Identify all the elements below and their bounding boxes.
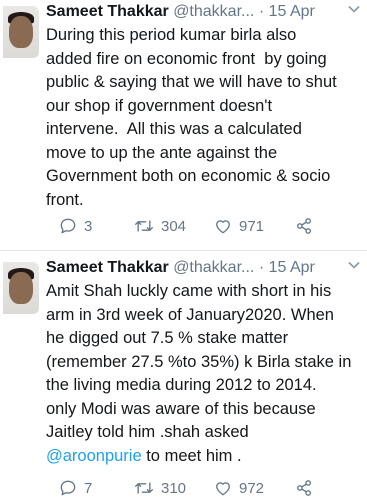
reply-button[interactable]: 3	[58, 216, 92, 236]
reply-icon	[58, 216, 78, 236]
tweet-date[interactable]: 15 Apr	[269, 3, 315, 20]
tweet-date[interactable]: 15 Apr	[269, 259, 315, 276]
like-count: 972	[239, 479, 265, 497]
like-button[interactable]: 971	[213, 216, 264, 236]
tweet-text: Amit Shah luckly came with short in his …	[46, 280, 358, 468]
reply-button[interactable]: 7	[58, 478, 92, 498]
avatar[interactable]	[3, 6, 39, 58]
retweet-button[interactable]: 310	[133, 478, 186, 498]
tweet-text-part: to meet him .	[141, 446, 242, 465]
author-name[interactable]: Sameet Thakkar	[46, 3, 169, 20]
author-handle[interactable]: @thakkar...	[173, 3, 254, 20]
mention-link[interactable]: @aroonpurie	[46, 447, 142, 465]
heart-icon	[213, 216, 233, 236]
chevron-down-icon[interactable]	[347, 2, 361, 22]
heart-icon	[213, 478, 233, 498]
share-icon	[294, 216, 314, 236]
share-icon	[294, 478, 314, 498]
separator-dot: ·	[258, 259, 265, 276]
tweet-divider	[0, 250, 367, 251]
retweet-icon	[133, 478, 155, 498]
separator-dot: ·	[258, 3, 265, 20]
tweet-actions: 7 310 972	[58, 478, 361, 500]
tweet[interactable]: Sameet Thakkar @thakkar... · 15 Apr Duri…	[0, 0, 367, 246]
tweet-header: Sameet Thakkar @thakkar... · 15 Apr	[46, 2, 361, 22]
retweet-count: 304	[161, 217, 187, 235]
retweet-icon	[133, 216, 155, 236]
author-name[interactable]: Sameet Thakkar	[46, 259, 169, 276]
tweet-text-part: Amit Shah luckly came with short in his …	[46, 282, 352, 441]
retweet-button[interactable]: 304	[133, 216, 186, 236]
reply-count: 3	[84, 217, 93, 235]
avatar-face	[9, 16, 33, 48]
reply-icon	[58, 478, 78, 498]
author-handle[interactable]: @thakkar...	[173, 259, 254, 276]
tweet-actions: 3 304 971	[58, 216, 361, 238]
tweet-text: During this period kumar birla also adde…	[46, 26, 337, 209]
retweet-count: 310	[161, 479, 187, 497]
like-count: 971	[239, 217, 265, 235]
share-button[interactable]	[294, 216, 314, 236]
tweet-header: Sameet Thakkar @thakkar... · 15 Apr	[46, 258, 361, 278]
reply-count: 7	[84, 479, 93, 497]
share-button[interactable]	[294, 478, 314, 498]
like-button[interactable]: 972	[213, 478, 264, 498]
tweet[interactable]: Sameet Thakkar @thakkar... · 15 Apr Amit…	[0, 256, 367, 500]
avatar[interactable]	[3, 262, 39, 314]
avatar-face	[9, 272, 33, 304]
chevron-down-icon[interactable]	[347, 258, 361, 278]
